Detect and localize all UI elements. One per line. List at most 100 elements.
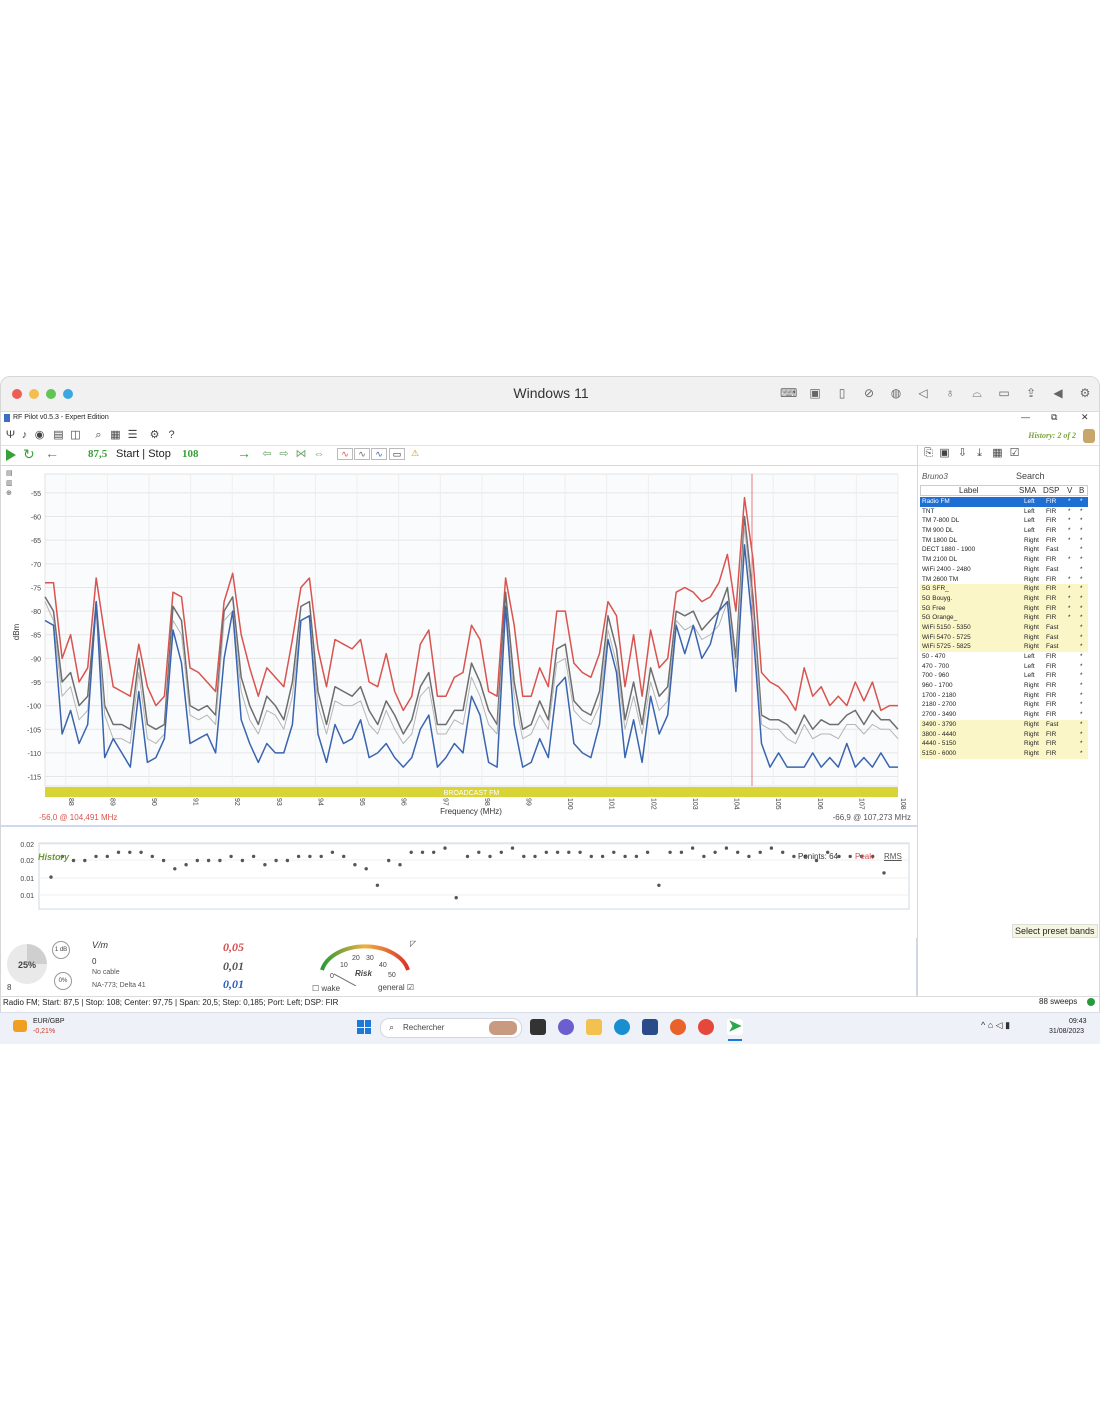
start-icon[interactable] xyxy=(357,1020,371,1034)
rf-pilot-taskbar-icon[interactable]: ➤ xyxy=(727,1019,743,1035)
rms-toggle[interactable]: RMS xyxy=(884,852,902,861)
preset-row[interactable]: 5G Bouyg. Right FIR * * xyxy=(920,593,1088,604)
gear-icon[interactable]: ⚙ xyxy=(148,429,161,442)
cpu-icon[interactable]: ▣ xyxy=(807,386,823,400)
preset-row[interactable]: WiFi 5470 - 5725 Right Fast * xyxy=(920,632,1088,643)
list-icon[interactable]: ☰ xyxy=(126,429,139,442)
preset-row[interactable]: 50 - 470 Left FIR * xyxy=(920,652,1088,662)
share-icon[interactable]: ⇪ xyxy=(1023,386,1039,400)
preset-row[interactable]: Radio FM Left FIR * * xyxy=(920,497,1088,507)
widgets-icon[interactable] xyxy=(13,1020,27,1032)
network-off-icon[interactable]: ⊘ xyxy=(861,386,877,400)
edge-icon[interactable] xyxy=(614,1019,630,1035)
start-frequency[interactable]: 87,5 xyxy=(88,448,107,460)
teams-icon[interactable] xyxy=(558,1019,574,1035)
preset-row[interactable]: 960 - 1700 Right FIR * xyxy=(920,681,1088,691)
back-icon[interactable]: ◀ xyxy=(1050,386,1066,400)
tray-icons[interactable]: ^ ⌂ ◁ ▮ xyxy=(981,1020,1010,1031)
zoom-in-icon[interactable]: ⋈ xyxy=(294,448,308,460)
taskbar-search[interactable]: ⌕ Rechercher xyxy=(380,1018,522,1038)
task-view-icon[interactable] xyxy=(530,1019,546,1035)
search-input[interactable]: Search xyxy=(1016,471,1045,481)
preset-row[interactable]: WiFi 2400 - 2480 Right Fast * xyxy=(920,565,1088,575)
previous-band-icon[interactable]: ← xyxy=(45,445,59,461)
next-band-icon[interactable]: → xyxy=(237,445,251,461)
screen-icon[interactable]: ▭ xyxy=(389,448,405,460)
preset-row[interactable]: 1700 - 2180 Right FIR * xyxy=(920,691,1088,701)
preset-row[interactable]: TNT Left FIR * * xyxy=(920,507,1088,517)
download-icon[interactable]: ⤓ xyxy=(973,447,986,460)
record-icon[interactable]: ◉ xyxy=(33,429,46,442)
grid-icon[interactable]: ▦ xyxy=(991,447,1004,460)
preset-row[interactable]: 2180 - 2700 Right FIR * xyxy=(920,700,1088,710)
display-icon[interactable]: ▤ xyxy=(52,429,65,442)
peak-toggle[interactable]: Peak xyxy=(855,852,873,861)
preset-row[interactable]: 5G SFR_ Right FIR * * xyxy=(920,584,1088,594)
preset-row[interactable]: 700 - 960 Left FIR * xyxy=(920,671,1088,681)
import-icon[interactable]: ⇩ xyxy=(956,447,969,460)
preset-row[interactable]: 5G Free Right FIR * * xyxy=(920,603,1088,614)
warning-icon[interactable]: ⚠ xyxy=(407,448,423,460)
preset-row[interactable]: 470 - 700 Left FIR * xyxy=(920,662,1088,672)
preset-row[interactable]: TM 900 DL Left FIR * * xyxy=(920,526,1088,536)
currency-pair[interactable]: EUR/GBP xyxy=(33,1018,65,1025)
gauge-checkbox[interactable]: ◸ xyxy=(410,939,416,948)
avatar[interactable] xyxy=(1083,429,1095,443)
refresh-icon[interactable]: ↻ xyxy=(23,446,35,463)
microphone-icon[interactable]: ♁ xyxy=(942,386,958,400)
preset-row[interactable]: 3800 - 4440 Right FIR * xyxy=(920,729,1088,740)
rms-trace-icon[interactable]: ∿ xyxy=(371,448,387,460)
settings-gear-icon[interactable]: ⚙ xyxy=(1077,386,1093,400)
wake-checkbox[interactable]: ☐ wake xyxy=(312,984,340,993)
clock-time[interactable]: 09:43 xyxy=(1069,1018,1087,1025)
camera-icon[interactable]: ▭ xyxy=(996,386,1012,400)
col-label[interactable]: Label xyxy=(959,486,979,495)
mouse-icon[interactable]: ▯ xyxy=(834,386,850,400)
play-icon[interactable] xyxy=(6,449,16,461)
globe-icon[interactable]: ◍ xyxy=(888,386,904,400)
spectrum-icon[interactable]: ▦ xyxy=(109,429,122,442)
store-icon[interactable] xyxy=(642,1019,658,1035)
preset-row[interactable]: WiFi 5150 - 5350 Right Fast * xyxy=(920,622,1088,633)
speaker-icon[interactable]: ◁ xyxy=(915,386,931,400)
preset-row[interactable]: DECT 1880 - 1900 Right Fast * xyxy=(920,545,1088,555)
help-icon[interactable]: ? xyxy=(165,429,178,442)
db-step-button[interactable]: 1 dB xyxy=(52,941,70,959)
close-button[interactable]: ✕ xyxy=(1081,412,1089,423)
preset-row[interactable]: TM 1800 DL Right FIR * * xyxy=(920,536,1088,546)
chrome-icon[interactable] xyxy=(698,1019,714,1035)
keyboard-icon[interactable]: ⌨ xyxy=(780,386,797,400)
clock-date[interactable]: 31/08/2023 xyxy=(1049,1028,1084,1035)
average-trace-icon[interactable]: ∿ xyxy=(354,448,370,460)
preset-row[interactable]: 5150 - 6000 Right FIR * xyxy=(920,748,1088,759)
preset-row[interactable]: TM 2100 DL Right FIR * * xyxy=(920,555,1088,565)
shift-left-icon[interactable]: ⇦ xyxy=(260,448,274,460)
check-icon[interactable]: ☑ xyxy=(1008,447,1021,460)
search-icon[interactable]: ⌕ xyxy=(92,429,105,442)
preset-row[interactable]: TM 7-800 DL Left FIR * * xyxy=(920,516,1088,526)
col-b[interactable]: B xyxy=(1079,486,1084,495)
col-sma[interactable]: SMA xyxy=(1019,486,1036,495)
preset-row[interactable]: 2700 - 3490 Right FIR * xyxy=(920,710,1088,720)
zoom-out-icon[interactable]: ⇔ xyxy=(312,448,326,460)
open-icon[interactable]: ⎘ xyxy=(922,447,935,460)
shift-right-icon[interactable]: ⇨ xyxy=(277,448,291,460)
usb-icon[interactable]: Ψ xyxy=(4,429,17,442)
restore-button[interactable]: ⧉ xyxy=(1051,412,1057,423)
chart-icon[interactable]: ◫ xyxy=(69,429,82,442)
col-dsp[interactable]: DSP xyxy=(1043,486,1059,495)
save-icon[interactable]: ▣ xyxy=(938,447,951,460)
sound-icon[interactable]: ♪ xyxy=(18,429,31,442)
preset-row[interactable]: 4440 - 5150 Right FIR * xyxy=(920,739,1088,749)
stop-frequency[interactable]: 108 xyxy=(182,448,199,460)
preset-row[interactable]: 5G Orange_ Right FIR * * xyxy=(920,613,1088,623)
zero-percent-button[interactable]: 0% xyxy=(54,972,72,990)
general-checkbox[interactable]: general ☑ xyxy=(378,983,414,992)
col-v[interactable]: V xyxy=(1067,486,1072,495)
peak-trace-icon[interactable]: ∿ xyxy=(337,448,353,460)
preset-row[interactable]: 3490 - 3790 Right Fast * xyxy=(920,719,1088,730)
preset-row[interactable]: WiFi 5725 - 5825 Right Fast * xyxy=(920,642,1088,652)
file-explorer-icon[interactable] xyxy=(586,1019,602,1035)
drive-icon[interactable]: ⌓ xyxy=(969,386,985,400)
firefox-icon[interactable] xyxy=(670,1019,686,1035)
